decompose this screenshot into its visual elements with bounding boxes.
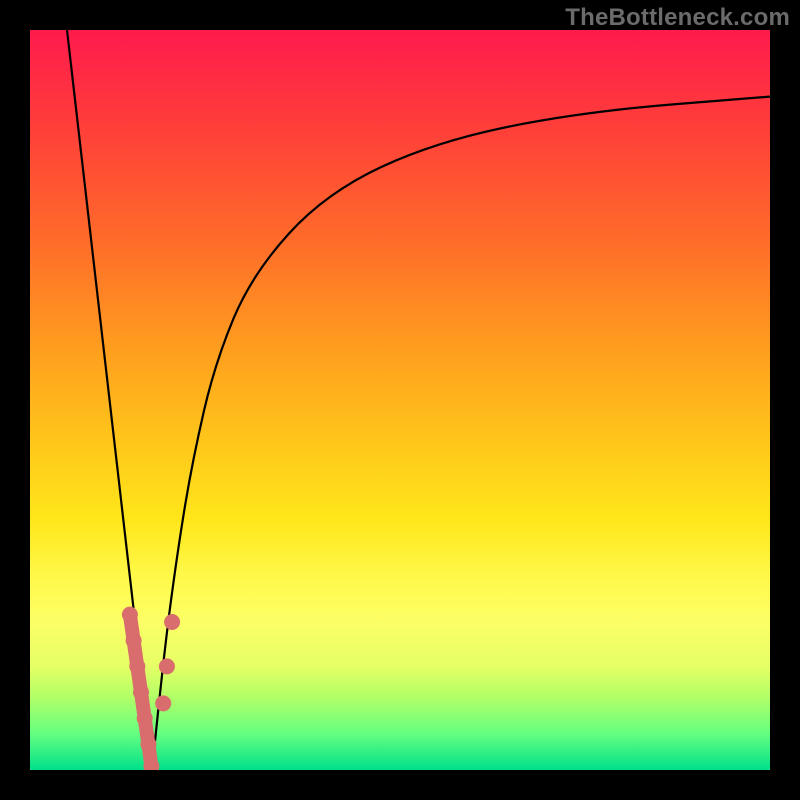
marker-pink-marker-left-2 bbox=[129, 658, 145, 674]
series-right-branch bbox=[152, 97, 770, 770]
marker-pink-marker-left-5 bbox=[140, 736, 156, 752]
marker-pink-marker-left-0 bbox=[122, 607, 138, 623]
curve-layer bbox=[67, 30, 770, 770]
marker-pink-marker-right-dots-1 bbox=[159, 658, 175, 674]
chart-frame: TheBottleneck.com bbox=[0, 0, 800, 800]
marker-pink-marker-left-1 bbox=[126, 633, 142, 649]
marker-pink-marker-left-3 bbox=[133, 684, 149, 700]
watermark-text: TheBottleneck.com bbox=[565, 4, 790, 32]
marker-pink-marker-right-dots-2 bbox=[164, 614, 180, 630]
marker-layer bbox=[122, 607, 180, 770]
marker-pink-marker-left-4 bbox=[137, 710, 153, 726]
marker-pink-marker-right-dots-0 bbox=[155, 695, 171, 711]
chart-svg bbox=[30, 30, 770, 770]
plot-area bbox=[30, 30, 770, 770]
